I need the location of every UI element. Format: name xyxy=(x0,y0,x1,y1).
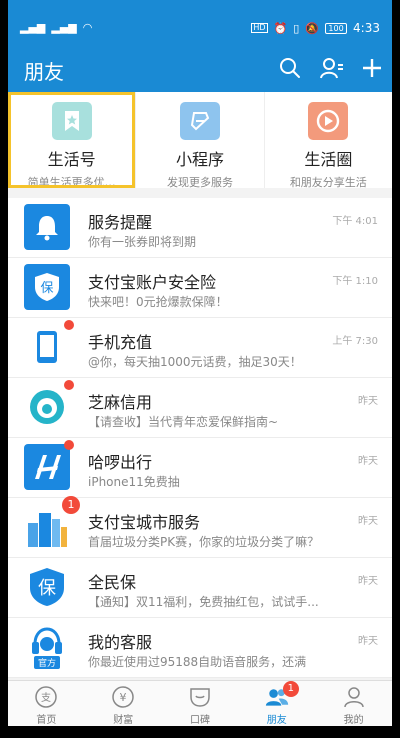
official-tag: 官方 xyxy=(33,655,60,669)
unread-badge: 1 xyxy=(62,496,80,514)
battery-icon: 100 xyxy=(325,22,348,34)
tab-home[interactable]: 支 首页 xyxy=(8,681,85,726)
tab-wealth[interactable]: ¥ 财富 xyxy=(85,681,162,726)
item-title: 芝麻信用 xyxy=(88,393,153,412)
vibrate-icon: ▯ xyxy=(293,21,300,35)
phone-icon xyxy=(24,324,70,370)
item-time: 昨天 xyxy=(358,576,378,587)
customer-service-icon: 官方 xyxy=(24,624,70,670)
message-list: 服务提醒 你有一张券即将到期 下午 4:01 保 支付宝账户安全险 快来吧！0元… xyxy=(8,198,392,678)
quick-subtitle: 和朋友分享生活 xyxy=(289,176,367,189)
life-account-entry[interactable]: 生活号 简单生活更多优… xyxy=(8,92,136,189)
item-time: 昨天 xyxy=(358,456,378,467)
hellobike-icon xyxy=(24,444,70,490)
bottom-tab-bar: 支 首页 ¥ 财富 口碑 1 朋友 我的 xyxy=(8,680,392,726)
item-title: 手机充值 xyxy=(88,333,153,352)
item-subtitle: iPhone11免费抽 xyxy=(88,475,180,489)
item-time: 昨天 xyxy=(358,396,378,407)
quick-title: 生活圈 xyxy=(304,150,353,169)
tab-label: 首页 xyxy=(36,715,57,726)
shield-icon: 保 xyxy=(24,264,70,310)
item-title: 我的客服 xyxy=(88,633,153,652)
svg-text:保: 保 xyxy=(40,281,53,296)
quick-actions: 生活号 简单生活更多优… 小程序 发现更多服务 生活圈 和朋友分享生活 xyxy=(8,92,392,189)
item-subtitle: 快来吧！0元抢爆款保障！ xyxy=(88,295,228,309)
list-item[interactable]: 哈啰出行 iPhone11免费抽 昨天 xyxy=(8,438,392,498)
sesame-credit-icon xyxy=(24,384,70,430)
item-time: 下午 4:01 xyxy=(332,216,378,227)
tab-label: 我的 xyxy=(343,715,364,726)
item-subtitle: 你有一张券即将到期 xyxy=(88,235,197,249)
tab-koubei[interactable]: 口碑 xyxy=(162,681,239,726)
item-subtitle: 【请查收】当代青年恋爱保鲜指南~ xyxy=(88,415,279,429)
mini-program-entry[interactable]: 小程序 发现更多服务 xyxy=(135,92,263,189)
mute-icon: 🔕 xyxy=(305,21,320,35)
signal-2-icon: ▂▄▆ xyxy=(51,21,77,34)
item-title: 哈啰出行 xyxy=(88,453,153,472)
search-icon[interactable] xyxy=(276,54,304,82)
city-buildings-icon xyxy=(24,504,70,550)
tab-label: 口碑 xyxy=(189,715,210,726)
svg-text:支: 支 xyxy=(41,692,51,704)
mini-program-icon xyxy=(179,102,220,140)
status-right: HD ⏰ ▯ 🔕 100 4:33 xyxy=(251,21,380,35)
system-nav-bar xyxy=(8,726,392,738)
clock: 4:33 xyxy=(353,21,380,35)
tab-friends[interactable]: 1 朋友 xyxy=(238,681,315,726)
svg-text:¥: ¥ xyxy=(120,691,127,704)
unread-dot xyxy=(64,440,74,450)
app-header: 朋友 xyxy=(8,44,392,92)
add-icon[interactable] xyxy=(358,54,386,82)
item-title: 服务提醒 xyxy=(88,213,153,232)
list-item[interactable]: 官方 我的客服 你最近使用过95188自助语音服务，还满 昨天 xyxy=(8,618,392,678)
tab-label: 财富 xyxy=(113,715,134,726)
item-subtitle: 你最近使用过95188自助语音服务，还满 xyxy=(88,655,307,669)
insurance-icon: 保 xyxy=(24,564,70,610)
item-time: 昨天 xyxy=(358,516,378,527)
hd-icon: HD xyxy=(251,23,268,33)
wifi-icon: ◠ xyxy=(82,21,93,34)
signal-icon: ▂▄▆ xyxy=(20,21,46,34)
koubei-icon xyxy=(188,685,212,709)
home-icon: 支 xyxy=(34,685,58,709)
unread-dot xyxy=(64,380,74,390)
list-item[interactable]: 保 支付宝账户安全险 快来吧！0元抢爆款保障！ 下午 1:10 xyxy=(8,258,392,318)
list-item[interactable]: 保 全民保 【通知】双11福利，免费抽红包，试试手... 昨天 xyxy=(8,558,392,618)
item-subtitle: @你，每天抽1000元话费，抽足30天！ xyxy=(88,355,302,369)
yen-icon: ¥ xyxy=(111,685,135,709)
list-item[interactable]: 服务提醒 你有一张券即将到期 下午 4:01 xyxy=(8,198,392,258)
tab-me[interactable]: 我的 xyxy=(315,681,392,726)
unread-dot xyxy=(64,320,74,330)
status-left: ▂▄▆ ▂▄▆ ◠ xyxy=(20,22,92,33)
list-item[interactable]: 1 支付宝城市服务 首届垃圾分类PK赛，你家的垃圾分类了嘛？ 昨天 xyxy=(8,496,392,558)
user-icon xyxy=(342,685,366,709)
item-time: 昨天 xyxy=(358,636,378,647)
item-title: 支付宝账户安全险 xyxy=(88,273,217,292)
page-title: 朋友 xyxy=(24,60,64,84)
item-subtitle: 【通知】双11福利，免费抽红包，试试手... xyxy=(88,595,319,609)
list-item[interactable]: 手机充值 @你，每天抽1000元话费，抽足30天！ 上午 7:30 xyxy=(8,318,392,378)
bell-icon xyxy=(24,204,70,250)
item-time: 下午 1:10 xyxy=(332,276,378,287)
quick-subtitle: 发现更多服务 xyxy=(166,176,233,189)
life-circle-icon xyxy=(308,102,349,140)
item-subtitle: 首届垃圾分类PK赛，你家的垃圾分类了嘛？ xyxy=(88,535,320,549)
phone-screen: ▂▄▆ ▂▄▆ ◠ HD ⏰ ▯ 🔕 100 4:33 朋友 生活号 简单生活更… xyxy=(8,0,392,738)
quick-subtitle: 简单生活更多优… xyxy=(27,176,116,189)
alarm-icon: ⏰ xyxy=(273,21,288,35)
quick-title: 小程序 xyxy=(175,150,224,169)
contacts-icon[interactable] xyxy=(318,54,346,82)
quick-title: 生活号 xyxy=(47,150,96,169)
item-title: 支付宝城市服务 xyxy=(88,513,201,532)
life-circle-entry[interactable]: 生活圈 和朋友分享生活 xyxy=(263,92,392,189)
item-time: 上午 7:30 xyxy=(332,336,378,347)
item-title: 全民保 xyxy=(88,573,137,592)
bookmark-star-icon xyxy=(51,102,92,140)
svg-text:保: 保 xyxy=(38,578,56,599)
tab-label: 朋友 xyxy=(266,715,287,726)
status-bar: ▂▄▆ ▂▄▆ ◠ HD ⏰ ▯ 🔕 100 4:33 xyxy=(8,0,392,44)
list-item[interactable]: 芝麻信用 【请查收】当代青年恋爱保鲜指南~ 昨天 xyxy=(8,378,392,438)
tab-badge: 1 xyxy=(282,681,299,697)
